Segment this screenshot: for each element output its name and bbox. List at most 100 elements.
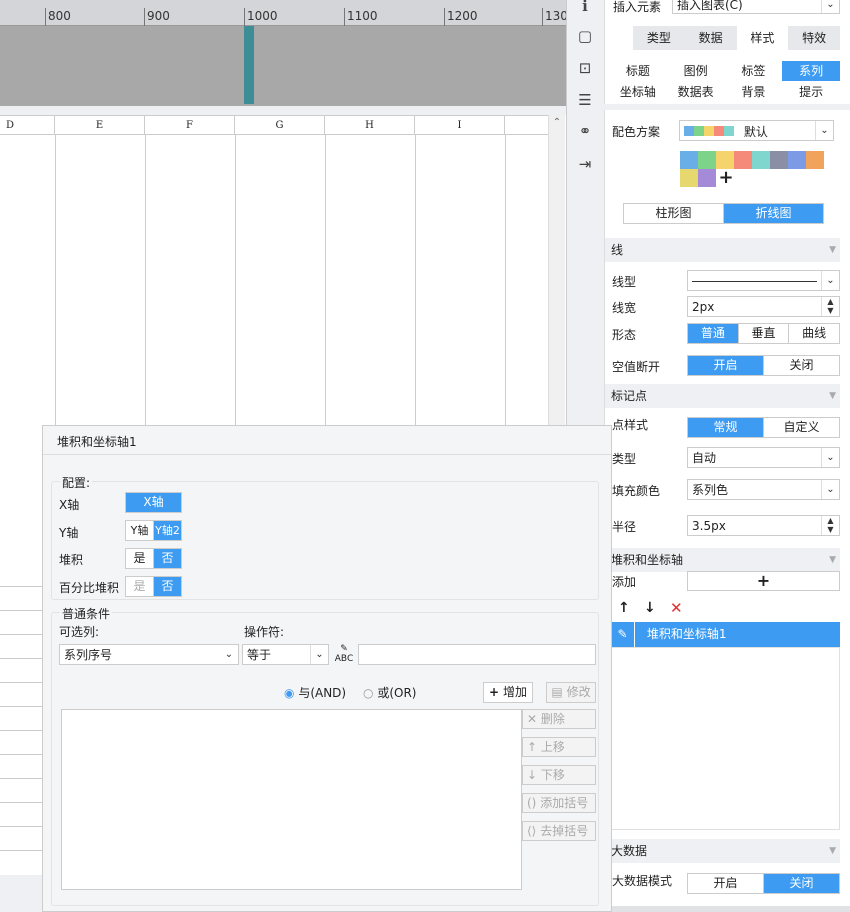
section-marker[interactable]: 标记点 ▼ (605, 384, 840, 408)
point-style-custom[interactable]: 自定义 (764, 418, 839, 437)
stack-no[interactable]: 否 (154, 549, 181, 568)
point-style-regular[interactable]: 常规 (688, 418, 764, 437)
import-icon[interactable]: ⇥ (575, 154, 595, 174)
tab-type[interactable]: 类型 (633, 26, 685, 50)
and-radio[interactable]: ◉ 与(AND) (284, 684, 346, 701)
chevron-down-icon[interactable]: ⌄ (310, 645, 328, 664)
chevron-down-icon[interactable]: ⌄ (821, 0, 839, 13)
yaxis-option-2[interactable]: Y轴2 (154, 521, 181, 540)
frame-icon[interactable]: ▢ (575, 26, 595, 46)
subtab-datatable[interactable]: 数据表 (667, 82, 725, 102)
color-swatch[interactable] (698, 169, 716, 187)
color-swatch[interactable] (752, 151, 770, 169)
chevron-down-icon[interactable]: ⌄ (815, 121, 833, 140)
subtab-title[interactable]: 标题 (609, 61, 667, 81)
link-icon[interactable]: ⚭ (575, 121, 595, 141)
panel-scrollbar[interactable] (604, 906, 850, 912)
subtab-legend[interactable]: 图例 (667, 61, 725, 81)
xaxis-option[interactable]: X轴 (126, 493, 181, 512)
color-swatch[interactable] (734, 151, 752, 169)
row-line (0, 778, 42, 779)
line-chart-option[interactable]: 折线图 (724, 204, 823, 223)
radius-input[interactable]: 3.5px ▲ ▼ (687, 515, 840, 536)
column-h[interactable]: H (325, 116, 415, 135)
subtab-tooltip[interactable]: 提示 (782, 82, 840, 102)
stepper-icon[interactable]: ▲ ▼ (821, 297, 839, 316)
condition-value-input[interactable] (358, 644, 596, 665)
chevron-down-icon[interactable]: ⌄ (821, 271, 839, 290)
section-stack[interactable]: 堆积和坐标轴 ▼ (605, 548, 840, 572)
line-width-input[interactable]: 2px ▲ ▼ (687, 296, 840, 317)
move-down-button[interactable]: ↓ 下移 (522, 765, 596, 785)
move-down-icon[interactable]: ↓ (644, 600, 656, 616)
shape-normal[interactable]: 普通 (688, 324, 739, 343)
color-swatch[interactable] (788, 151, 806, 169)
fill-color-select[interactable]: 系列色 ⌄ (687, 479, 840, 500)
tab-data[interactable]: 数据 (684, 26, 737, 50)
column-d[interactable]: D (0, 116, 55, 135)
add-condition-button[interactable]: + 增加 (483, 682, 533, 703)
yaxis-option-1[interactable]: Y轴 (126, 521, 154, 540)
info-icon[interactable]: ℹ (575, 0, 595, 16)
chevron-down-icon[interactable]: ⌄ (821, 480, 839, 499)
color-swatch[interactable] (770, 151, 788, 169)
stepper-icon[interactable]: ▲ ▼ (821, 516, 839, 535)
formula-type-icon[interactable]: ✎ ABC (333, 644, 355, 665)
resize-handle[interactable] (244, 26, 254, 104)
column-select[interactable]: 系列序号 ⌄ (59, 644, 239, 665)
chevron-down-icon[interactable]: ⌄ (220, 645, 238, 664)
shape-vertical[interactable]: 垂直 (739, 324, 790, 343)
subtab-label[interactable]: 标签 (725, 61, 783, 81)
condition-list[interactable] (61, 709, 522, 890)
column-f[interactable]: F (145, 116, 235, 135)
delete-icon[interactable]: ✕ (670, 599, 683, 617)
collapse-icon[interactable]: ▼ (829, 384, 836, 408)
add-stack-button[interactable]: + (687, 571, 840, 591)
dropdown-widget-icon[interactable]: ⊡ (575, 58, 595, 78)
shape-curve[interactable]: 曲线 (789, 324, 839, 343)
or-radio[interactable]: ○ 或(OR) (363, 684, 416, 701)
color-swatch[interactable] (680, 151, 698, 169)
section-bigdata[interactable]: 大数据 ▼ (605, 839, 840, 863)
column-i[interactable]: I (415, 116, 505, 135)
scroll-up-icon[interactable]: ⌃ (549, 117, 565, 128)
add-color-icon[interactable]: + (716, 168, 736, 188)
bigdata-off[interactable]: 关闭 (764, 874, 839, 893)
subtab-background[interactable]: 背景 (725, 82, 783, 102)
edit-condition-button[interactable]: ▤ 修改 (546, 682, 596, 703)
collapse-icon[interactable]: ▼ (829, 548, 836, 572)
stack-item[interactable]: ✎ 堆积和坐标轴1 (611, 622, 840, 647)
bar-chart-option[interactable]: 柱形图 (624, 204, 724, 223)
stack-yes[interactable]: 是 (126, 549, 154, 568)
edit-icon[interactable]: ✎ (611, 622, 635, 647)
move-up-button[interactable]: ↑ 上移 (522, 737, 596, 757)
insert-chart-select[interactable]: 插入图表(C) ⌄ (672, 0, 840, 14)
null-break-off[interactable]: 关闭 (764, 356, 839, 375)
chevron-down-icon[interactable]: ⌄ (821, 448, 839, 467)
null-break-on[interactable]: 开启 (688, 356, 764, 375)
subtab-axis[interactable]: 坐标轴 (609, 82, 667, 102)
color-swatch[interactable] (806, 151, 824, 169)
remove-parenthesis-button[interactable]: ⟨⟩ 去掉括号 (522, 821, 596, 841)
tab-effects[interactable]: 特效 (788, 26, 840, 50)
column-e[interactable]: E (55, 116, 145, 135)
layers-icon[interactable]: ☰ (575, 90, 595, 110)
collapse-icon[interactable]: ▼ (829, 238, 836, 262)
percent-stack-no[interactable]: 否 (154, 577, 181, 596)
delete-condition-button[interactable]: ✕ 删除 (522, 709, 596, 729)
color-swatch[interactable] (698, 151, 716, 169)
column-g[interactable]: G (235, 116, 325, 135)
color-swatch[interactable] (680, 169, 698, 187)
tab-style[interactable]: 样式 (736, 26, 789, 50)
section-line[interactable]: 线 ▼ (605, 238, 840, 262)
color-scheme-select[interactable]: 默认 ⌄ (679, 120, 834, 141)
percent-stack-yes[interactable]: 是 (126, 577, 154, 596)
move-up-icon[interactable]: ↑ (618, 600, 630, 616)
operator-select[interactable]: 等于 ⌄ (242, 644, 329, 665)
bigdata-on[interactable]: 开启 (688, 874, 764, 893)
subtab-series[interactable]: 系列 (782, 61, 840, 81)
marker-type-select[interactable]: 自动 ⌄ (687, 447, 840, 468)
line-type-select[interactable]: ⌄ (687, 270, 840, 291)
add-parenthesis-button[interactable]: () 添加括号 (522, 793, 596, 813)
collapse-icon[interactable]: ▼ (829, 839, 836, 863)
